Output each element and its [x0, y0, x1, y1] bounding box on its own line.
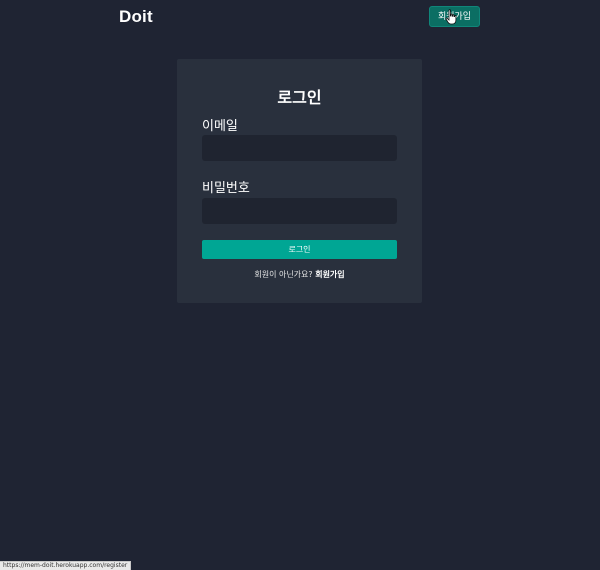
- header: Doit 회원가입: [0, 0, 600, 36]
- email-input[interactable]: [202, 135, 397, 161]
- email-label: 이메일: [202, 119, 238, 134]
- status-bar-url: https://mem-doit.herokuapp.com/register: [0, 561, 132, 570]
- password-label: 비밀번호: [202, 181, 250, 196]
- password-input[interactable]: [202, 198, 397, 224]
- page: Doit 회원가입 로그인 이메일 비밀번호 로그인 회원이 아닌가요? 회원가…: [0, 0, 600, 570]
- login-title: 로그인: [277, 88, 322, 107]
- logo[interactable]: Doit: [119, 7, 153, 27]
- signup-prompt: 회원이 아닌가요? 회원가입: [177, 269, 422, 280]
- hand-pointer-icon: [445, 9, 457, 25]
- login-card: 로그인 이메일 비밀번호 로그인 회원이 아닌가요? 회원가입: [177, 59, 422, 303]
- login-button[interactable]: 로그인: [202, 240, 397, 259]
- signup-link[interactable]: 회원가입: [315, 270, 344, 279]
- signup-prompt-text: 회원이 아닌가요?: [254, 270, 313, 279]
